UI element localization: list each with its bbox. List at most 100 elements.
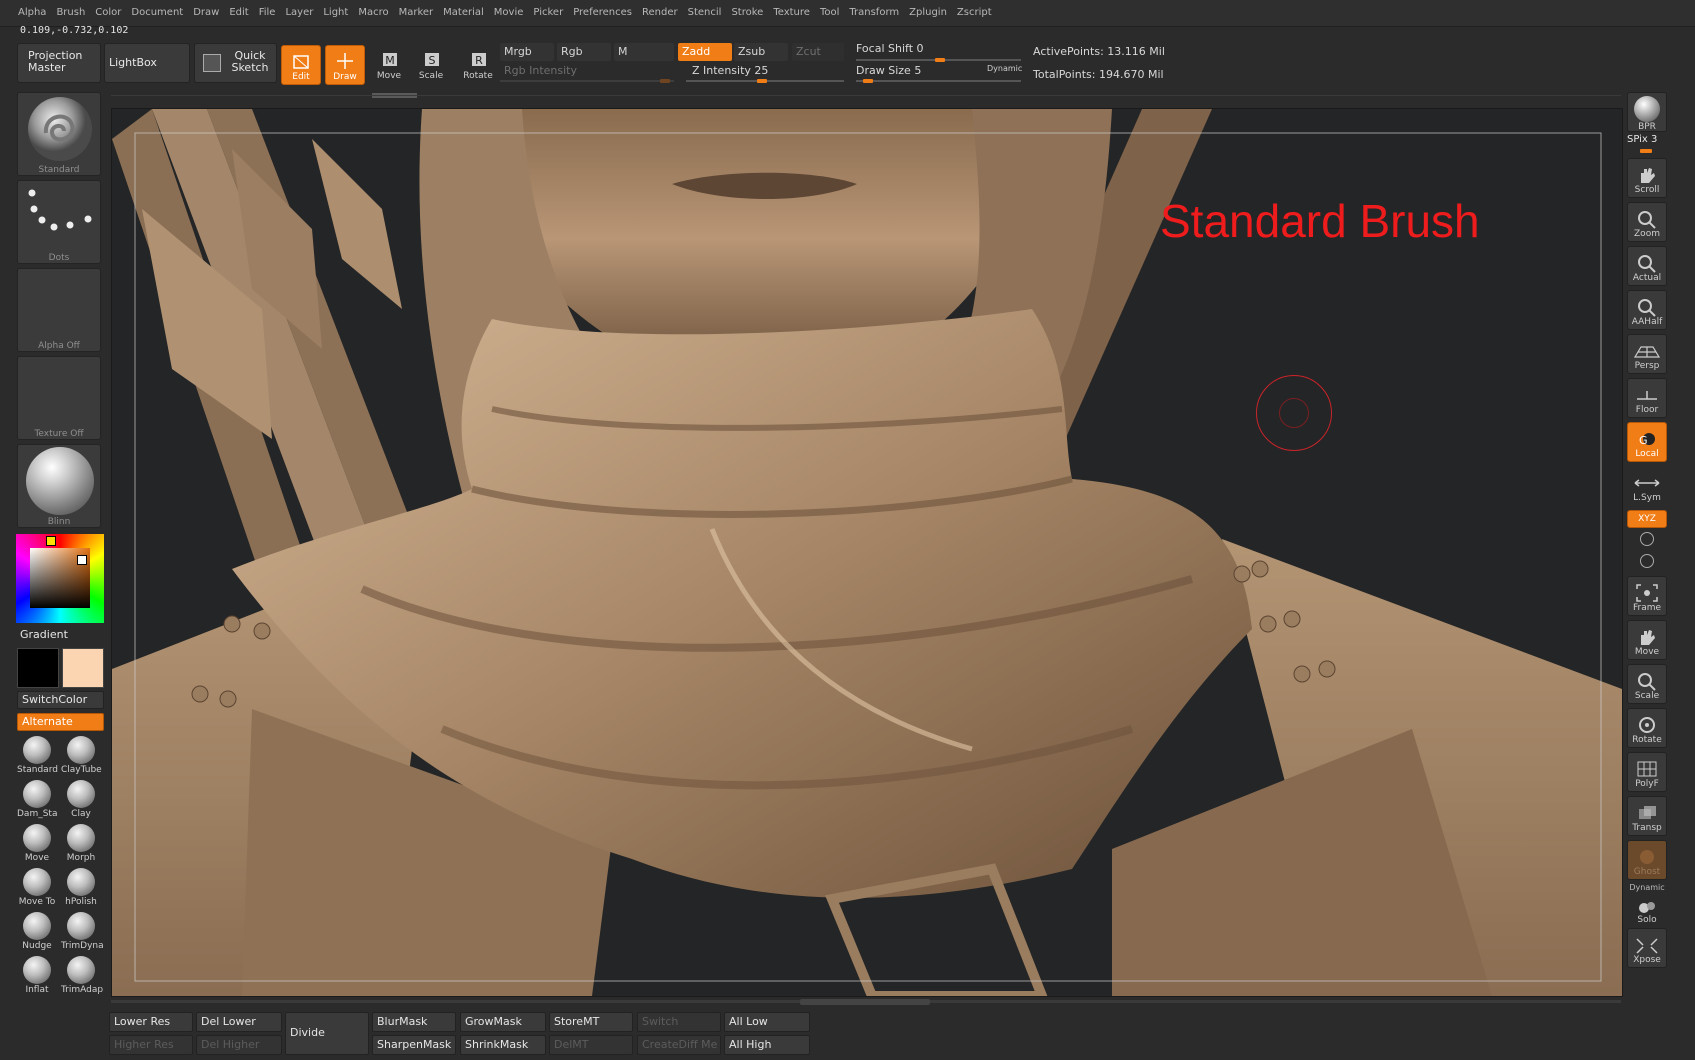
brush-inflat[interactable]: Inflat xyxy=(17,956,57,1000)
brush-move-topological[interactable]: Move To xyxy=(17,868,57,912)
zsub-toggle[interactable]: Zsub xyxy=(734,43,788,61)
lightbox-button[interactable]: LightBox xyxy=(104,43,190,83)
xpose-button[interactable]: Xpose xyxy=(1627,928,1667,968)
persp-button[interactable]: Persp xyxy=(1627,334,1667,374)
brush-morph[interactable]: Morph xyxy=(61,824,101,868)
switchcolor-button[interactable]: SwitchColor xyxy=(17,691,104,709)
brush-dam-standard[interactable]: Dam_Sta xyxy=(17,780,57,824)
z-intensity-knob[interactable] xyxy=(757,79,767,83)
draw-button[interactable]: Draw xyxy=(325,45,365,85)
rotate-button[interactable]: R Rotate xyxy=(458,45,498,85)
menu-item-preferences[interactable]: Preferences xyxy=(568,1,637,27)
menu-item-stencil[interactable]: Stencil xyxy=(683,1,727,27)
lsym-button[interactable]: L.Sym xyxy=(1627,466,1667,506)
quick-sketch-button[interactable]: Quick Sketch xyxy=(194,43,277,83)
menu-item-material[interactable]: Material xyxy=(438,1,489,27)
xyz-button[interactable]: XYZ xyxy=(1627,510,1667,528)
texture-tile[interactable]: Texture Off xyxy=(17,356,101,440)
brush-nudge[interactable]: Nudge xyxy=(17,912,57,956)
z-intensity-slider[interactable]: Z Intensity 25 xyxy=(692,64,768,77)
brush-hpolish[interactable]: hPolish xyxy=(61,868,101,912)
menu-item-alpha[interactable]: Alpha xyxy=(0,1,51,27)
brush-move[interactable]: Move xyxy=(17,824,57,868)
creatediff-button[interactable]: CreateDiff Me xyxy=(637,1035,721,1055)
alternate-button[interactable]: Alternate xyxy=(17,713,104,731)
m-toggle[interactable]: M xyxy=(614,43,674,61)
frame-button[interactable]: Frame xyxy=(1627,576,1667,616)
spix-slider[interactable]: SPix 3 xyxy=(1627,134,1667,145)
polyf-button[interactable]: PolyF xyxy=(1627,752,1667,792)
menu-item-zscript[interactable]: Zscript xyxy=(952,1,997,27)
menu-item-macro[interactable]: Macro xyxy=(353,1,393,27)
alpha-tile[interactable]: Alpha Off xyxy=(17,268,101,352)
scroll-button[interactable]: Scroll xyxy=(1627,158,1667,198)
draw-size-slider[interactable]: Draw Size 5 xyxy=(856,64,921,77)
scale-button[interactable]: S Scale xyxy=(411,45,451,85)
brush-trimdynamic[interactable]: TrimDyna xyxy=(61,912,104,956)
move-view-button[interactable]: Move xyxy=(1627,620,1667,660)
color-picker-marker[interactable] xyxy=(77,555,87,565)
menu-item-draw[interactable]: Draw xyxy=(188,1,224,27)
spix-knob[interactable] xyxy=(1640,149,1652,153)
menu-item-marker[interactable]: Marker xyxy=(394,1,439,27)
rotate-z-icon[interactable] xyxy=(1640,554,1654,568)
menu-item-render[interactable]: Render xyxy=(637,1,683,27)
brush-clay[interactable]: Clay xyxy=(61,780,101,824)
brush-tile[interactable]: Standard xyxy=(17,92,101,176)
menu-item-brush[interactable]: Brush xyxy=(51,1,90,27)
growmask-button[interactable]: GrowMask xyxy=(460,1012,546,1032)
rgb-intensity-slider[interactable]: Rgb Intensity xyxy=(504,64,577,77)
ghost-button[interactable]: Ghost xyxy=(1627,840,1667,880)
delmt-button[interactable]: DelMT xyxy=(549,1035,633,1055)
brush-standard[interactable]: Standard xyxy=(17,736,58,780)
primary-color-swatch[interactable] xyxy=(17,648,59,688)
zoom-button[interactable]: Zoom xyxy=(1627,202,1667,242)
higher-res-button[interactable]: Higher Res xyxy=(109,1035,193,1055)
menu-item-light[interactable]: Light xyxy=(318,1,353,27)
color-picker-hue-marker[interactable] xyxy=(46,536,56,546)
sharpenmask-button[interactable]: SharpenMask xyxy=(372,1035,456,1055)
shrinkmask-button[interactable]: ShrinkMask xyxy=(460,1035,546,1055)
edit-button[interactable]: Edit xyxy=(281,45,321,85)
secondary-color-swatch[interactable] xyxy=(62,648,104,688)
solo-button[interactable]: Solo xyxy=(1627,892,1667,928)
actual-button[interactable]: Actual xyxy=(1627,246,1667,286)
menu-item-texture[interactable]: Texture xyxy=(768,1,815,27)
color-picker[interactable] xyxy=(16,534,104,623)
storemt-button[interactable]: StoreMT xyxy=(549,1012,633,1032)
transp-button[interactable]: Transp xyxy=(1627,796,1667,836)
bottom-tray-handle[interactable] xyxy=(800,999,930,1005)
projection-master-button[interactable]: Projection Master xyxy=(17,43,101,83)
zcut-toggle[interactable]: Zcut xyxy=(792,43,844,61)
all-high-button[interactable]: All High xyxy=(724,1035,810,1055)
rotate-view-button[interactable]: Rotate xyxy=(1627,708,1667,748)
menu-item-tool[interactable]: Tool xyxy=(815,1,844,27)
menu-item-picker[interactable]: Picker xyxy=(528,1,568,27)
mrgb-toggle[interactable]: Mrgb xyxy=(500,43,554,61)
focal-shift-slider[interactable]: Focal Shift 0 xyxy=(856,42,924,55)
menu-item-movie[interactable]: Movie xyxy=(489,1,529,27)
lower-res-button[interactable]: Lower Res xyxy=(109,1012,193,1032)
aahalf-button[interactable]: AAHalf xyxy=(1627,290,1667,330)
bpr-button[interactable]: BPR xyxy=(1627,92,1667,132)
menu-item-color[interactable]: Color xyxy=(90,1,126,27)
divide-button[interactable]: Divide xyxy=(285,1012,369,1055)
draw-size-knob[interactable] xyxy=(863,79,873,83)
rgb-intensity-knob[interactable] xyxy=(660,79,670,83)
menu-item-layer[interactable]: Layer xyxy=(280,1,318,27)
menu-item-zplugin[interactable]: Zplugin xyxy=(904,1,952,27)
local-button[interactable]: G Local xyxy=(1627,422,1667,462)
gradient-label[interactable]: Gradient xyxy=(20,628,68,641)
rgb-toggle[interactable]: Rgb xyxy=(557,43,611,61)
brush-claytube[interactable]: ClayTube xyxy=(61,736,102,780)
dynamic-toggle[interactable]: Dynamic xyxy=(987,64,1022,73)
rotate-y-icon[interactable] xyxy=(1640,532,1654,546)
scale-view-button[interactable]: Scale xyxy=(1627,664,1667,704)
floor-button[interactable]: Floor xyxy=(1627,378,1667,418)
del-higher-button[interactable]: Del Higher xyxy=(196,1035,282,1055)
zadd-toggle[interactable]: Zadd xyxy=(678,43,732,61)
menu-item-document[interactable]: Document xyxy=(126,1,188,27)
material-tile[interactable]: Blinn xyxy=(17,444,101,528)
menu-item-stroke[interactable]: Stroke xyxy=(726,1,768,27)
menu-item-transform[interactable]: Transform xyxy=(844,1,904,27)
